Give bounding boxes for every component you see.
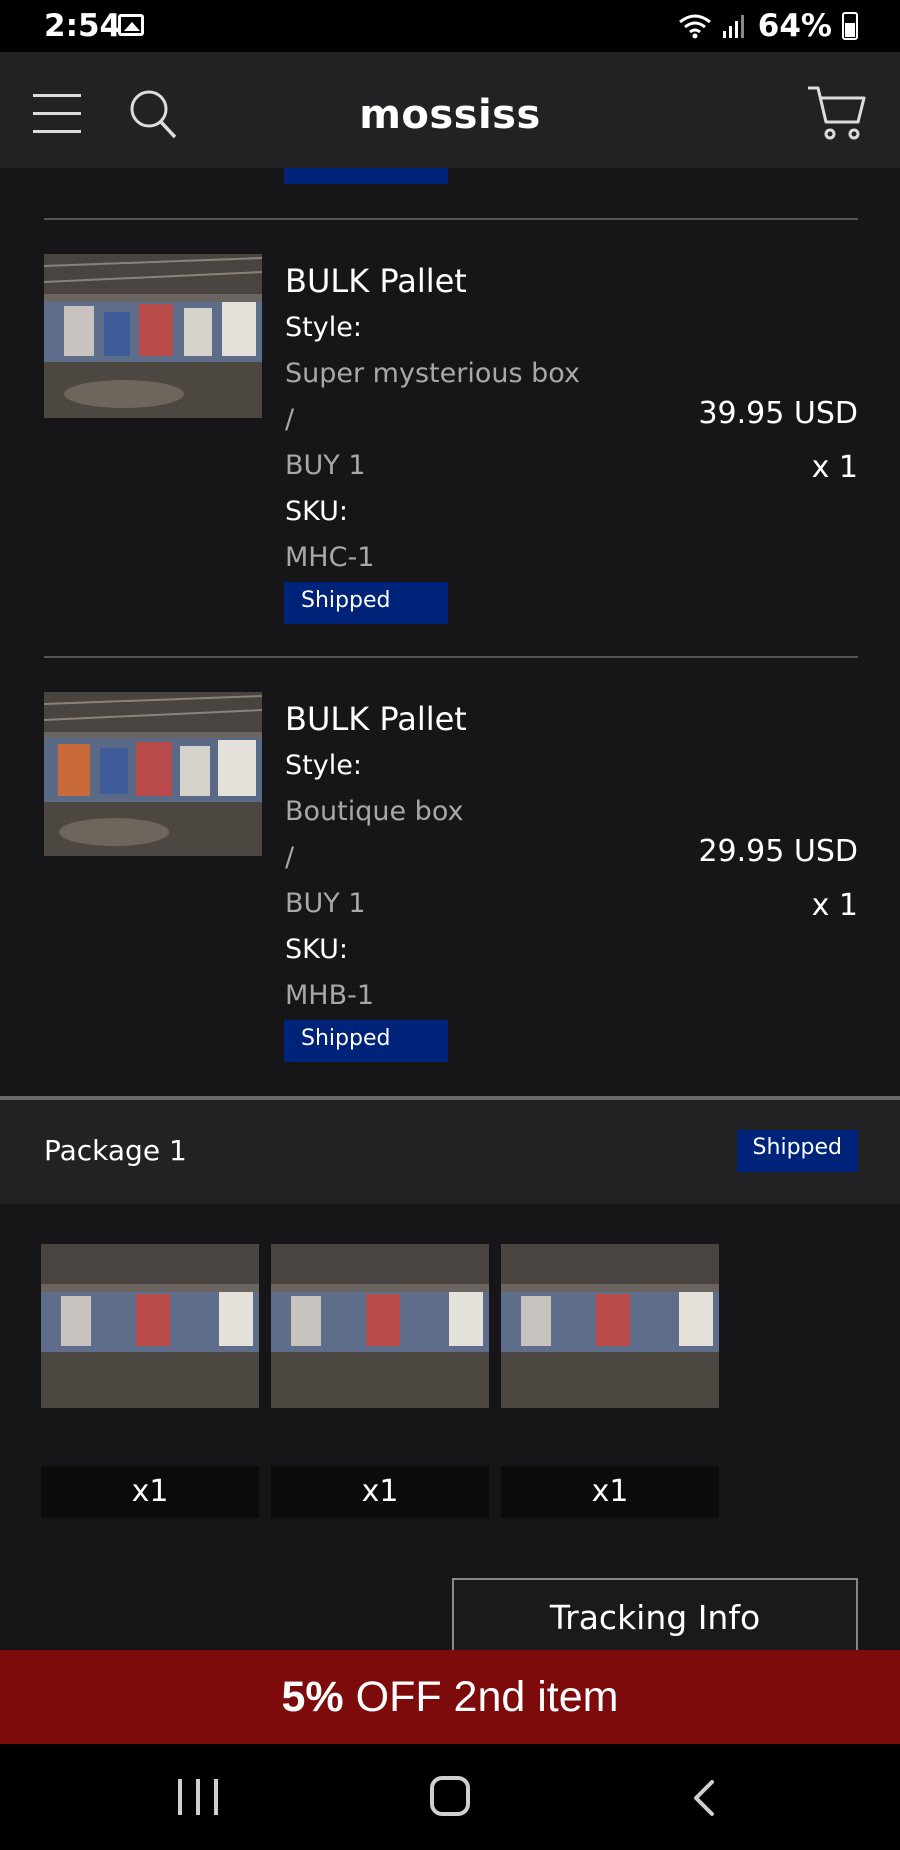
package-item-quantity: x1: [271, 1466, 489, 1518]
status-time: 2:54: [44, 8, 122, 44]
style-label: Style:: [285, 750, 362, 781]
package-item-thumbnail[interactable]: [501, 1244, 719, 1408]
item-quantity: x 1: [811, 888, 858, 923]
package-header: Package 1 Shipped: [0, 1100, 900, 1204]
style-separator: /: [285, 404, 295, 435]
signal-icon: [722, 15, 744, 38]
status-badge: Shipped: [284, 1020, 448, 1062]
status-bar: 2:54 64%: [0, 0, 900, 52]
item-price: 29.95 USD: [698, 834, 858, 869]
sku-value: MHB-1: [285, 980, 375, 1011]
style-separator: /: [285, 842, 295, 873]
sku-value: MHC-1: [285, 542, 375, 573]
sku-label: SKU:: [285, 496, 348, 527]
option-value: BUY 1: [285, 450, 366, 481]
package-item-thumbnail[interactable]: [41, 1244, 259, 1408]
brand-logo[interactable]: mossiss: [0, 92, 900, 138]
style-value: Super mysterious box: [285, 358, 580, 389]
option-value: BUY 1: [285, 888, 366, 919]
image-notification-icon: [118, 14, 144, 36]
product-thumbnail[interactable]: [44, 254, 262, 418]
promo-text: OFF 2nd item: [343, 1673, 619, 1721]
app-header: mossiss: [0, 52, 900, 168]
sku-label: SKU:: [285, 934, 348, 965]
item-divider: [44, 656, 858, 658]
package-item-quantity: x1: [41, 1466, 259, 1518]
wifi-icon: [678, 14, 711, 39]
item-title: BULK Pallet: [285, 700, 467, 738]
item-price: 39.95 USD: [698, 396, 858, 431]
tracking-info-button[interactable]: Tracking Info: [452, 1578, 858, 1658]
package-item-thumbnail[interactable]: [271, 1244, 489, 1408]
item-title: BULK Pallet: [285, 262, 467, 300]
battery-percent: 64%: [757, 8, 832, 44]
home-icon[interactable]: [430, 1776, 470, 1816]
item-quantity: x 1: [811, 450, 858, 485]
status-right: 64%: [678, 8, 858, 44]
style-value: Boutique box: [285, 796, 464, 827]
status-badge: Shipped: [284, 582, 448, 624]
style-label: Style:: [285, 312, 362, 343]
item-divider: [44, 218, 858, 220]
package-status-badge: Shipped: [736, 1130, 858, 1172]
promo-discount: 5%: [281, 1673, 344, 1721]
back-icon[interactable]: [688, 1778, 718, 1818]
status-badge-partial: [284, 168, 448, 184]
product-thumbnail[interactable]: [44, 692, 262, 856]
package-item-quantity: x1: [501, 1466, 719, 1518]
package-title: Package 1: [44, 1134, 187, 1167]
recent-apps-icon[interactable]: [178, 1779, 218, 1815]
cart-icon[interactable]: [806, 84, 866, 142]
system-nav-bar: [0, 1744, 900, 1850]
promo-banner[interactable]: 5% OFF 2nd item: [0, 1650, 900, 1744]
battery-icon: [842, 12, 858, 40]
